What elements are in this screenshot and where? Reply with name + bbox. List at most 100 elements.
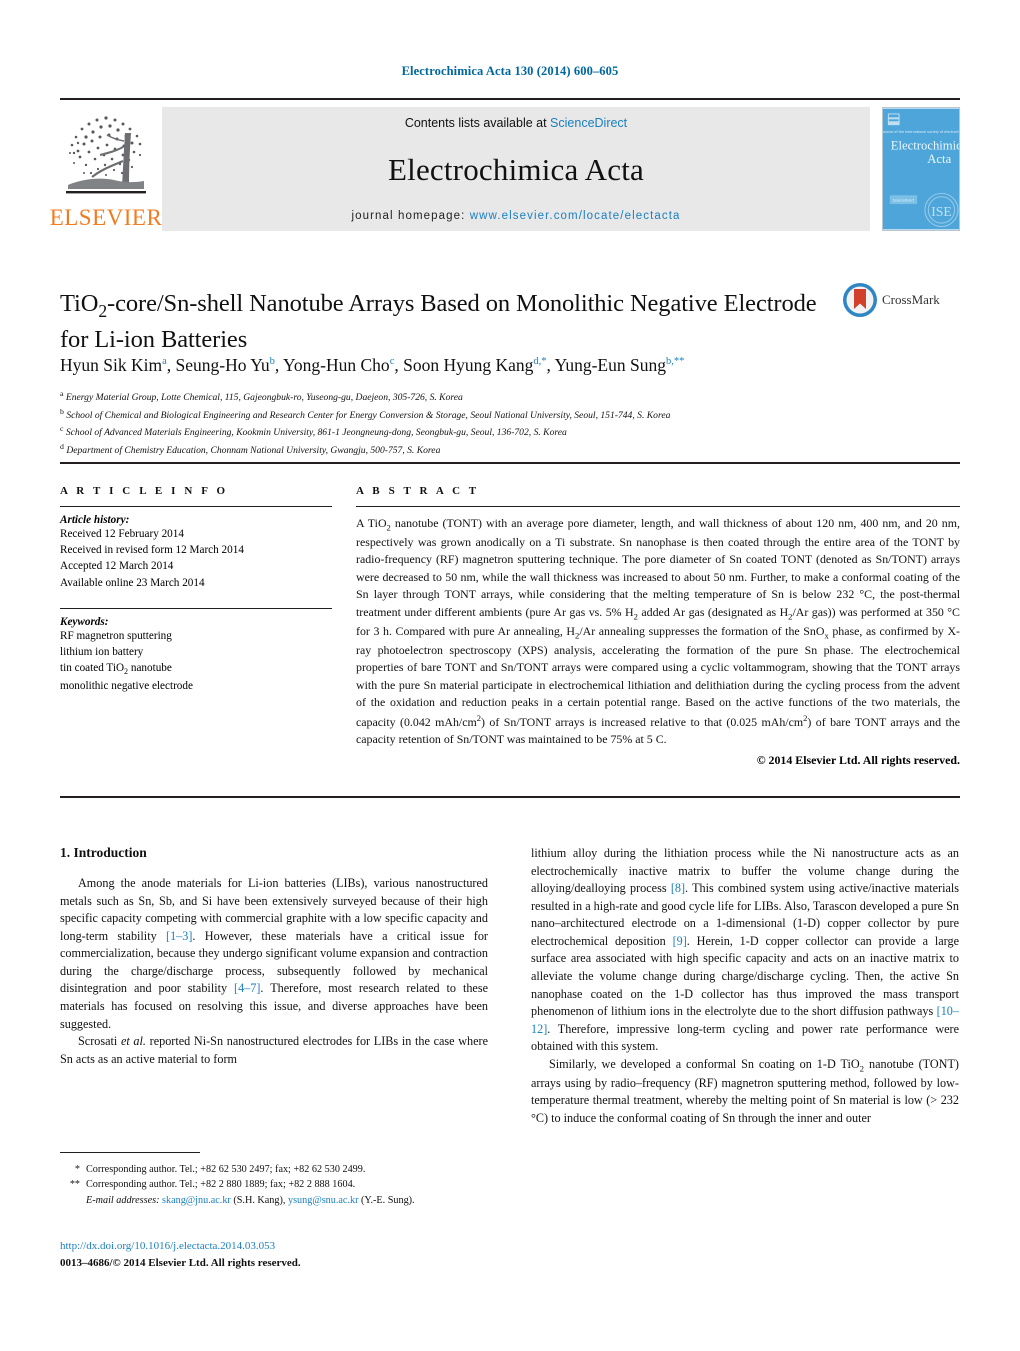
homepage-url-link[interactable]: www.elsevier.com/locate/electacta bbox=[470, 210, 681, 222]
footnote-text: Corresponding author. Tel.; +82 2 880 18… bbox=[86, 1179, 356, 1191]
section-heading-introduction: 1. Introduction bbox=[60, 845, 147, 860]
author-list: Hyun Sik Kima, Seung-Ho Yub, Yong-Hun Ch… bbox=[60, 355, 685, 375]
info-abstract-section: A R T I C L E I N F O Article history: R… bbox=[60, 462, 960, 768]
email-label: E-mail addresses: bbox=[86, 1194, 160, 1206]
homepage-prefix: journal homepage: bbox=[351, 210, 470, 222]
page-title: TiO2-core/Sn-shell Nanotube Arrays Based… bbox=[60, 290, 817, 353]
keyword-item: RF magnetron sputtering bbox=[60, 629, 172, 642]
article-history-item: Available online 23 March 2014 bbox=[60, 576, 205, 589]
journal-band: Contents lists available at ScienceDirec… bbox=[162, 107, 870, 231]
keyword-item: tin coated TiO2 nanotube bbox=[60, 662, 172, 677]
affiliation-item: b School of Chemical and Biological Engi… bbox=[60, 406, 960, 424]
keyword-item: lithium ion battery bbox=[60, 646, 144, 659]
elsevier-wordmark: ELSEVIER bbox=[49, 205, 163, 230]
author-affil-mark-2: c bbox=[389, 356, 395, 368]
svg-text:ScienceDirect: ScienceDirect bbox=[893, 199, 915, 203]
doi-block: http://dx.doi.org/10.1016/j.electacta.20… bbox=[60, 1238, 560, 1271]
article-history-item: Accepted 12 March 2014 bbox=[60, 560, 174, 573]
email-person-2: (Y.-E. Sung). bbox=[361, 1194, 415, 1206]
issn-copyright-line: 0013–4686/© 2014 Elsevier Ltd. All right… bbox=[60, 1256, 301, 1269]
article-info-divider bbox=[60, 506, 332, 507]
body-columns: 1. Introduction Among the anode material… bbox=[60, 845, 960, 1128]
affiliation-text: School of Chemical and Biological Engine… bbox=[66, 409, 671, 421]
footnote-mark: ** bbox=[69, 1179, 80, 1191]
crossmark-label: CrossMark bbox=[882, 292, 940, 307]
article-history-label: Article history: bbox=[60, 514, 130, 526]
journal-cover-block: official journal of the international so… bbox=[882, 107, 960, 231]
footnote-block: * Corresponding author. Tel.; +82 62 530… bbox=[60, 1162, 488, 1208]
affiliation-item: a Energy Material Group, Lotte Chemical,… bbox=[60, 388, 960, 406]
affiliation-mark: b bbox=[60, 406, 64, 416]
body-top-divider bbox=[60, 796, 960, 798]
sciencedirect-link[interactable]: ScienceDirect bbox=[550, 116, 627, 130]
doi-link[interactable]: http://dx.doi.org/10.1016/j.electacta.20… bbox=[60, 1238, 560, 1255]
svg-text:Acta: Acta bbox=[927, 152, 951, 166]
citation-ref[interactable]: [9] bbox=[673, 934, 687, 948]
article-info-heading: A R T I C L E I N F O bbox=[60, 485, 229, 497]
article-info-column: A R T I C L E I N F O Article history: R… bbox=[60, 485, 332, 768]
footnote-mark: * bbox=[74, 1164, 80, 1175]
email-link-2[interactable]: ysung@snu.ac.kr bbox=[288, 1195, 359, 1206]
affiliation-mark: c bbox=[60, 424, 64, 434]
svg-text:ISE: ISE bbox=[931, 204, 951, 219]
paragraph: Similarly, we developed a conformal Sn c… bbox=[531, 1056, 959, 1125]
journal-masthead: ELSEVIER Contents lists available at Sci… bbox=[50, 98, 960, 231]
abstract-heading: A B S T R A C T bbox=[356, 485, 480, 497]
affiliation-mark: a bbox=[60, 389, 64, 398]
paragraph: Among the anode materials for Li-ion bat… bbox=[60, 876, 488, 1031]
email-link-1[interactable]: skang@jnu.ac.kr bbox=[162, 1195, 231, 1206]
abstract-copyright: © 2014 Elsevier Ltd. All rights reserved… bbox=[756, 752, 960, 767]
affiliation-text: Energy Material Group, Lotte Chemical, 1… bbox=[65, 392, 463, 404]
affiliation-text: School of Advanced Materials Engineering… bbox=[65, 427, 567, 439]
paragraph: Scrosati et al. reported Ni-Sn nanostruc… bbox=[60, 1034, 489, 1066]
contents-list-line: Contents lists available at ScienceDirec… bbox=[405, 116, 627, 130]
email-person-1: (S.H. Kang), bbox=[233, 1194, 286, 1206]
article-history-item: Received 12 February 2014 bbox=[60, 528, 184, 540]
author-name-1: Seung-Ho Yu bbox=[175, 355, 270, 375]
running-head: Electrochimica Acta 130 (2014) 600–605 bbox=[401, 64, 619, 78]
contents-prefix: Contents lists available at bbox=[404, 116, 551, 130]
journal-cover-thumbnail-icon: official journal of the international so… bbox=[882, 107, 960, 231]
author-affil-mark-4: b,** bbox=[665, 356, 685, 368]
author-affil-mark-0: a bbox=[162, 356, 167, 368]
citation-ref[interactable]: [4–7] bbox=[234, 981, 260, 995]
journal-article-page: Electrochimica Acta 130 (2014) 600–605 E… bbox=[0, 0, 1020, 1351]
author-name-2: Yong-Hun Cho bbox=[283, 355, 390, 375]
affiliation-item: d Department of Chemistry Education, Cho… bbox=[60, 441, 960, 459]
elsevier-tree-icon bbox=[62, 107, 150, 205]
citation-ref[interactable]: [1–3] bbox=[166, 929, 192, 943]
journal-title: Electrochimica Acta bbox=[388, 152, 644, 187]
svg-text:Electrochimica: Electrochimica bbox=[891, 139, 960, 153]
crossmark-badge[interactable]: CrossMark bbox=[842, 282, 954, 318]
footnote-email-line: E-mail addresses: skang@jnu.ac.kr (S.H. … bbox=[86, 1193, 488, 1208]
author-affil-mark-3: d,* bbox=[533, 356, 547, 368]
affiliation-mark: d bbox=[60, 442, 64, 452]
footnote-item: ** Corresponding author. Tel.; +82 2 880… bbox=[60, 1177, 488, 1192]
paragraph: lithium alloy during the lithiation proc… bbox=[531, 846, 960, 1054]
citation-ref[interactable]: [8] bbox=[671, 881, 685, 895]
body-right-column: lithium alloy during the lithiation proc… bbox=[531, 845, 959, 1128]
keywords-block: Keywords: RF magnetron sputtering lithiu… bbox=[60, 607, 332, 695]
svg-text:official journal of the intern: official journal of the international so… bbox=[882, 130, 960, 134]
citation-ref[interactable]: [10–12] bbox=[531, 1004, 959, 1036]
affiliation-list: a Energy Material Group, Lotte Chemical,… bbox=[60, 388, 960, 459]
author-name-4: Yung-Eun Sung bbox=[554, 355, 666, 375]
elsevier-logo-block: ELSEVIER bbox=[50, 107, 162, 229]
author-affil-mark-1: b bbox=[269, 356, 275, 368]
affiliation-text: Department of Chemistry Education, Chonn… bbox=[66, 445, 441, 457]
footnote-divider bbox=[60, 1152, 200, 1153]
keywords-divider bbox=[60, 607, 332, 609]
abstract-divider bbox=[356, 506, 960, 507]
keyword-item: monolithic negative electrode bbox=[60, 680, 193, 693]
affiliation-item: c School of Advanced Materials Engineeri… bbox=[60, 423, 960, 441]
author-name-0: Hyun Sik Kim bbox=[60, 355, 163, 375]
crossmark-icon bbox=[843, 283, 877, 317]
keywords-label: Keywords: bbox=[60, 615, 109, 628]
article-history-item: Received in revised form 12 March 2014 bbox=[60, 544, 244, 557]
footnote-text: Corresponding author. Tel.; +82 62 530 2… bbox=[86, 1164, 366, 1175]
footnote-item: * Corresponding author. Tel.; +82 62 530… bbox=[60, 1162, 488, 1177]
body-left-column: 1. Introduction Among the anode material… bbox=[60, 845, 488, 1128]
author-name-3: Soon Hyung Kang bbox=[403, 355, 534, 375]
journal-homepage-line: journal homepage: www.elsevier.com/locat… bbox=[351, 210, 680, 222]
abstract-text: A TiO2 nanotube (TONT) with an average p… bbox=[356, 516, 961, 747]
